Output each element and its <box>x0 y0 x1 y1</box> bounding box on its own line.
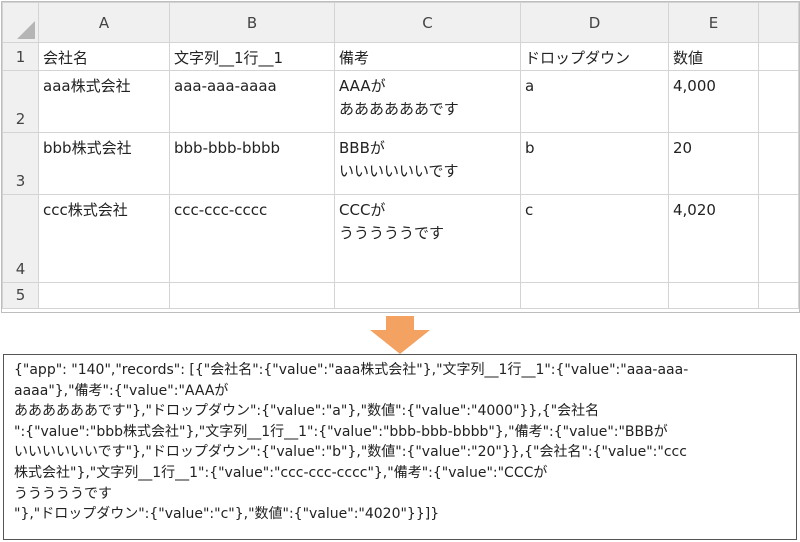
cell-text: 文字列__1行__1 <box>174 49 284 67</box>
cell-text: 会社名 <box>43 49 89 67</box>
sheet-cell[interactable]: CCCがうううううです <box>334 194 521 283</box>
column-header-c[interactable]: C <box>334 2 521 43</box>
sheet-cell[interactable]: aaa-aaa-aaaa <box>169 70 335 133</box>
cell-text: BBBが <box>339 139 385 157</box>
cell-text: b <box>525 139 535 157</box>
json-line: うううううです <box>14 485 112 502</box>
sheet-cell[interactable] <box>520 282 669 309</box>
cell-text: bbb-bbb-bbbb <box>174 139 281 157</box>
json-line: "},"ドロップダウン":{"value":"c"},"数値":{"value"… <box>14 506 440 523</box>
cell-text: a <box>525 77 535 95</box>
cell-text: aaa-aaa-aaaa <box>174 77 277 95</box>
json-line: いいいいいいです"},"ドロップダウン":{"value":"b"},"数値":… <box>14 444 687 461</box>
cell-text: 備考 <box>339 49 370 67</box>
cell-text: 数値 <box>673 49 704 67</box>
column-header-d[interactable]: D <box>520 2 669 43</box>
sheet-cell[interactable]: 4,020 <box>668 194 759 283</box>
sheet-cell[interactable] <box>758 194 799 283</box>
sheet-cell[interactable]: a <box>520 70 669 133</box>
cell-text: うううううです <box>339 224 445 242</box>
json-line: ああああああです"},"ドロップダウン":{"value":"a"},"数値":… <box>14 403 600 420</box>
cell-text: c <box>525 201 534 219</box>
sheet-cell[interactable] <box>758 282 799 309</box>
row-header[interactable]: 3 <box>2 132 39 195</box>
cell-text: bbb株式会社 <box>43 139 132 157</box>
sheet-row: 4 ccc株式会社 ccc-ccc-cccc CCCが うううううです c 4,020 <box>2 194 799 283</box>
sheet-row: 1 会社名 文字列__1行__1 備考 ドロップダウン 数値 <box>2 42 799 71</box>
sheet-cell[interactable] <box>758 42 799 71</box>
cell-text: 20 <box>673 139 693 157</box>
column-header-empty[interactable] <box>758 2 799 43</box>
cell-text: AAAが <box>339 77 386 95</box>
sheet-cell[interactable] <box>169 282 335 309</box>
sheet-cell[interactable] <box>668 282 759 309</box>
json-line: aaaa"},"備考":{"value":"AAAが <box>14 382 229 399</box>
sheet-cell[interactable]: aaa株式会社 <box>38 70 170 133</box>
cell-text: いいいいいいです <box>339 162 459 180</box>
json-line: ":{"value":"bbb株式会社"},"文字列__1行__1":{"val… <box>14 423 668 440</box>
column-header-b[interactable]: B <box>169 2 335 43</box>
spreadsheet: A B C D E 1 会社名 文字列__1行__1 備考 ドロップダウン 数値 2 aaa株… <box>1 1 800 313</box>
sheet-cell[interactable]: BBBがいいいいいいです <box>334 132 521 195</box>
sheet-cell[interactable]: 備考 <box>334 42 521 71</box>
spreadsheet-grid: A B C D E 1 会社名 文字列__1行__1 備考 ドロップダウン 数値 2 aaa株… <box>2 2 799 309</box>
select-all-triangle-icon <box>17 21 35 39</box>
cell-text: ああああああです <box>339 100 459 118</box>
json-output-box: {"app": "140","records": [{"会社名":{"value… <box>3 354 797 540</box>
cell-text: ccc株式会社 <box>43 201 128 219</box>
sheet-cell[interactable]: 文字列__1行__1 <box>169 42 335 71</box>
down-arrow-icon <box>370 316 430 354</box>
sheet-cell[interactable]: 4,000 <box>668 70 759 133</box>
json-line: 株式会社"},"文字列__1行__1":{"value":"ccc-ccc-cc… <box>14 464 548 481</box>
sheet-row: 2 aaa株式会社 aaa-aaa-aaaa AAAが ああああああです a 4,000 <box>2 70 799 133</box>
select-all-corner[interactable] <box>2 2 39 43</box>
sheet-cell[interactable]: 20 <box>668 132 759 195</box>
sheet-cell[interactable] <box>758 70 799 133</box>
cell-text: CCCが <box>339 201 386 219</box>
column-header-e[interactable]: E <box>668 2 759 43</box>
cell-text: ドロップダウン <box>525 49 631 67</box>
cell-text: 4,000 <box>673 77 716 95</box>
sheet-cell[interactable]: ドロップダウン <box>520 42 669 71</box>
sheet-cell[interactable]: bbb株式会社 <box>38 132 170 195</box>
sheet-cell[interactable] <box>758 132 799 195</box>
sheet-cell[interactable]: bbb-bbb-bbbb <box>169 132 335 195</box>
cell-text: ccc-ccc-cccc <box>174 201 268 219</box>
sheet-cell[interactable]: b <box>520 132 669 195</box>
sheet-cell[interactable]: c <box>520 194 669 283</box>
json-line: {"app": "140","records": [{"会社名":{"value… <box>14 362 689 378</box>
cell-text: aaa株式会社 <box>43 77 131 95</box>
row-header[interactable]: 5 <box>2 282 39 309</box>
sheet-row: 5 <box>2 282 799 309</box>
sheet-cell[interactable]: 会社名 <box>38 42 170 71</box>
sheet-cell[interactable] <box>334 282 521 309</box>
sheet-cell[interactable]: ccc株式会社 <box>38 194 170 283</box>
cell-text: 4,020 <box>673 201 716 219</box>
sheet-cell[interactable]: 数値 <box>668 42 759 71</box>
sheet-cell[interactable]: AAAがああああああです <box>334 70 521 133</box>
row-header[interactable]: 1 <box>2 42 39 71</box>
sheet-row: 3 bbb株式会社 bbb-bbb-bbbb BBBが いいいいいいです b 20 <box>2 132 799 195</box>
row-header[interactable]: 4 <box>2 194 39 283</box>
sheet-cell[interactable]: ccc-ccc-cccc <box>169 194 335 283</box>
sheet-cell[interactable] <box>38 282 170 309</box>
row-header[interactable]: 2 <box>2 70 39 133</box>
column-header-a[interactable]: A <box>38 2 170 43</box>
